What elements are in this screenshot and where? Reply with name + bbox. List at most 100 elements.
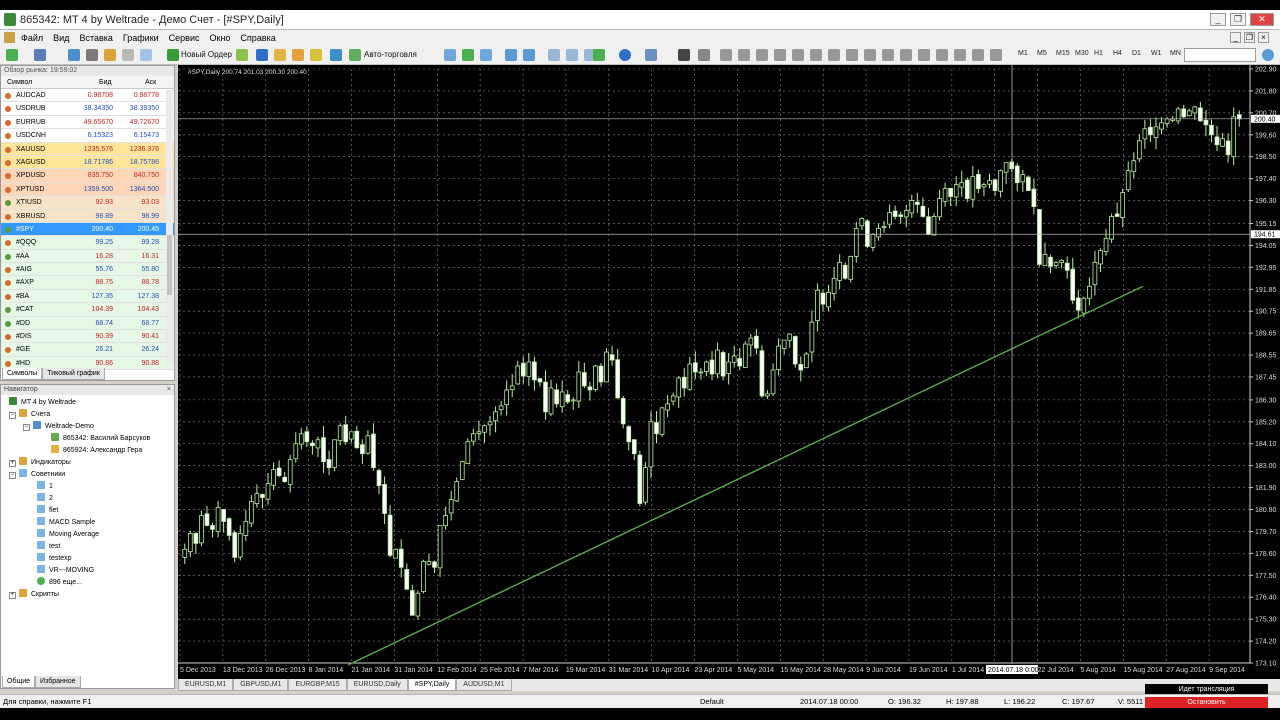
gann-icon[interactable]	[900, 49, 912, 61]
navigator-close-icon[interactable]: ×	[167, 385, 171, 395]
menu-item-6[interactable]: Справка	[235, 30, 280, 44]
data-window-icon[interactable]	[86, 49, 98, 61]
nav-expert-item[interactable]: testexp	[37, 553, 72, 565]
market-watch-row[interactable]: USDCNH 6.15323 6.15473	[1, 129, 174, 143]
zoom-out-icon[interactable]	[523, 49, 535, 61]
market-watch-row[interactable]: USDRUB 38.34350 38.39350	[1, 102, 174, 116]
market-watch-row[interactable]: XBRUSD 98.89 98.99	[1, 209, 174, 223]
nav-expert-item[interactable]: Moving Average	[37, 529, 99, 541]
maximize-button[interactable]: ❐	[1230, 13, 1246, 26]
collapse-icon[interactable]: −	[9, 472, 16, 479]
timeframe-mn[interactable]: MN	[1170, 50, 1181, 57]
market-watch-row[interactable]: #DD 68.74 68.77	[1, 316, 174, 331]
tab-tick-chart[interactable]: Тиковый график	[42, 368, 105, 380]
nav-expert-item[interactable]: VR---MOVING	[37, 565, 94, 577]
timeframe-m5[interactable]: M5	[1037, 50, 1047, 57]
new-order-icon[interactable]	[167, 49, 179, 61]
cursor-icon[interactable]	[678, 49, 690, 61]
tab-symbols[interactable]: Символы	[2, 368, 43, 380]
menu-item-0[interactable]: Файл	[16, 30, 48, 44]
menu-item-4[interactable]: Сервис	[164, 30, 205, 44]
timeframe-d1[interactable]: D1	[1132, 50, 1141, 57]
search-icon[interactable]	[1262, 49, 1274, 61]
ellipse-icon[interactable]	[954, 49, 966, 61]
tab-favorites[interactable]: Избранное	[35, 676, 81, 688]
signals-icon[interactable]	[274, 49, 286, 61]
indicators-icon[interactable]	[593, 49, 605, 61]
mdi-close-button[interactable]: ×	[1258, 32, 1269, 43]
nav-accounts[interactable]: − Счета	[9, 409, 50, 421]
nav-more[interactable]: 896 еще...	[37, 577, 82, 589]
col-symbol[interactable]: Символ	[7, 76, 32, 89]
market-watch-row[interactable]: #AIG 55.76 55.80	[1, 263, 174, 277]
nav-expert-item[interactable]: 1	[37, 481, 53, 493]
market-watch-row[interactable]: XAUUSD 1235.576 1236.376	[1, 142, 174, 156]
market-watch-row[interactable]: #AXP 88.75 88.78	[1, 276, 174, 290]
cycle-icon[interactable]	[918, 49, 930, 61]
nav-expert-item[interactable]: flet	[37, 505, 58, 517]
candles-icon[interactable]	[462, 49, 474, 61]
chart-tab[interactable]: AUDUSD,M1	[456, 679, 512, 691]
tile-icon[interactable]	[548, 49, 560, 61]
terminal-icon[interactable]	[122, 49, 134, 61]
chart-tab[interactable]: #SPY,Daily	[407, 679, 457, 691]
market-watch-row[interactable]: #SPY 200.40 200.45	[1, 222, 174, 237]
mdi-restore-button[interactable]: ❐	[1244, 32, 1255, 43]
market-watch-row[interactable]: #BA 127.35 127.38	[1, 289, 174, 304]
periods-icon[interactable]	[619, 49, 631, 61]
market-watch-row[interactable]: XAGUSD 18.71786 18.75786	[1, 155, 174, 170]
nav-account-2[interactable]: 865924: Александр Гера	[51, 445, 142, 457]
nav-root[interactable]: MT 4 by Weltrade	[9, 397, 76, 409]
market-watch-row[interactable]: XTIUSD 92.93 93.03	[1, 196, 174, 210]
crosshair-icon[interactable]	[698, 49, 710, 61]
options-icon[interactable]	[330, 49, 342, 61]
timeframe-m1[interactable]: M1	[1018, 50, 1028, 57]
autotrade-button[interactable]: Авто-торговля	[364, 50, 417, 59]
nav-expert-item[interactable]: test	[37, 541, 60, 553]
market-watch-row[interactable]: #DIS 90.39 90.41	[1, 330, 174, 344]
chart-tab[interactable]: EURUSD,Daily	[346, 679, 408, 691]
market-icon[interactable]	[292, 49, 304, 61]
nav-advisors[interactable]: − Советники	[9, 469, 65, 481]
bar-chart-icon[interactable]	[444, 49, 456, 61]
timeframe-w1[interactable]: W1	[1151, 50, 1162, 57]
rectangle-icon[interactable]	[936, 49, 948, 61]
market-watch-row[interactable]: XPDUSD 835.750 840.750	[1, 169, 174, 183]
nav-scripts[interactable]: + Скрипты	[9, 589, 59, 601]
new-chart-icon[interactable]	[6, 49, 18, 61]
menu-item-3[interactable]: Графики	[118, 30, 164, 44]
market-watch-row[interactable]: XPTUSD 1359.500 1364.500	[1, 182, 174, 197]
col-ask[interactable]: Аск	[145, 76, 156, 89]
menu-item-2[interactable]: Вставка	[74, 30, 117, 44]
chart-tab[interactable]: EURGBP,M15	[288, 679, 347, 691]
line-chart-icon[interactable]	[480, 49, 492, 61]
new-order-button[interactable]: Новый Ордер	[181, 50, 232, 59]
buy-icon[interactable]	[236, 49, 248, 61]
meta-editor-icon[interactable]	[256, 49, 268, 61]
autoscroll-icon[interactable]	[566, 49, 578, 61]
market-watch-row[interactable]: #CAT 104.39 104.43	[1, 303, 174, 317]
scrollbar-thumb[interactable]	[167, 235, 172, 295]
triangle-icon[interactable]	[972, 49, 984, 61]
pitchfork-icon[interactable]	[882, 49, 894, 61]
text-tool-icon[interactable]	[810, 49, 822, 61]
profiles-icon[interactable]	[34, 49, 46, 61]
vertical-line-icon[interactable]	[720, 49, 732, 61]
price-chart[interactable]: 202.90 201.80 200.70 199.60 198.50 197.40 196.…	[178, 65, 1280, 679]
market-watch-row[interactable]: AUDCAD 0.98708 0.98778	[1, 89, 174, 103]
fibo-icon[interactable]	[792, 49, 804, 61]
collapse-icon[interactable]: −	[9, 412, 16, 419]
nav-expert-item[interactable]: MACD Sample	[37, 517, 95, 529]
timeframe-h1[interactable]: H1	[1094, 50, 1103, 57]
nav-expert-item[interactable]: 2	[37, 493, 53, 505]
timeframe-h4[interactable]: H4	[1113, 50, 1122, 57]
horizontal-line-icon[interactable]	[738, 49, 750, 61]
more-tools-icon[interactable]	[990, 49, 1002, 61]
chart-tab[interactable]: EURUSD,M1	[178, 679, 234, 691]
chart-canvas[interactable]: 202.90201.80200.70199.60198.50197.40196.…	[178, 65, 1280, 679]
timeframe-m15[interactable]: M15	[1056, 50, 1070, 57]
market-watch-row[interactable]: EURRUB 49.65670 49.72670	[1, 115, 174, 130]
stop-broadcast-button[interactable]: Остановить	[1145, 697, 1268, 708]
minimize-button[interactable]: _	[1210, 13, 1226, 26]
market-watch-icon[interactable]	[68, 49, 80, 61]
